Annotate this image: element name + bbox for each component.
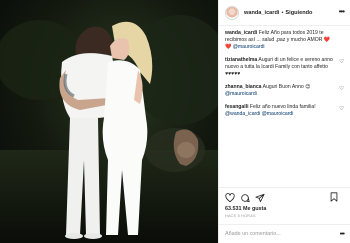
header-username[interactable]: wanda_icardi xyxy=(244,10,279,16)
comment-hearts: ♥♥♥♥♥ xyxy=(225,71,241,77)
bookmark-icon[interactable] xyxy=(329,192,339,202)
add-comment-input[interactable]: Añade un comentario... xyxy=(225,231,281,237)
like-comment-heart-icon[interactable]: ♡ xyxy=(339,59,344,66)
comment-emojis: 😊 xyxy=(305,84,311,90)
comment-item: fesangalli Feliz año nuevo linda familia… xyxy=(225,104,344,118)
comment-item: zhanna_bianca Auguri Buon Anno 😊 @mauroi… xyxy=(225,84,344,98)
avatar[interactable] xyxy=(225,5,239,20)
like-comment-heart-icon[interactable]: ♡ xyxy=(339,86,344,93)
comment-text: Feliz año nuevo linda familia! xyxy=(248,104,316,110)
comment-mention[interactable]: @mauroicardi xyxy=(225,91,257,97)
post-timestamp[interactable]: HACE 5 HORAS xyxy=(219,212,350,218)
comment-options-icon[interactable]: ••• xyxy=(340,231,345,238)
add-comment-bar: Añade un comentario... ••• xyxy=(219,224,350,243)
couple-photo-illustration xyxy=(0,0,218,243)
comment-username[interactable]: tizianathelma xyxy=(225,57,257,63)
share-icon[interactable] xyxy=(255,193,265,203)
comment-icon[interactable] xyxy=(240,193,250,203)
like-heart-icon[interactable] xyxy=(225,193,235,203)
header-separator: • xyxy=(281,9,284,16)
post-photo[interactable] xyxy=(0,0,218,243)
likes-count[interactable]: 63.531 Me gusta xyxy=(219,205,350,212)
comment-username[interactable]: zhanna_bianca xyxy=(225,84,262,90)
instagram-post: wanda_icardi • Siguiendo ••• wanda_icard… xyxy=(0,0,350,243)
comment-item: tizianathelma Auguri di un felice e sere… xyxy=(225,57,344,78)
post-header: wanda_icardi • Siguiendo ••• xyxy=(219,0,350,26)
comment-username[interactable]: fesangalli xyxy=(225,104,249,110)
comment-text: Auguri Buon Anno xyxy=(261,84,306,90)
caption-username[interactable]: wanda_icardi xyxy=(225,30,257,36)
post-sidebar: wanda_icardi • Siguiendo ••• wanda_icard… xyxy=(218,0,350,243)
comments-list: wanda_icardi Feliz Año para todos 2019 t… xyxy=(219,26,350,187)
caption-mention[interactable]: @mauroicardi xyxy=(233,44,265,50)
more-options-icon[interactable]: ••• xyxy=(339,7,345,16)
following-button[interactable]: Siguiendo xyxy=(285,10,312,16)
like-comment-heart-icon[interactable]: ♡ xyxy=(339,106,344,113)
caption: wanda_icardi Feliz Año para todos 2019 t… xyxy=(225,30,344,51)
post-actions xyxy=(219,187,350,205)
comment-mention[interactable]: @wanda_icardi @mauroicardi xyxy=(225,111,293,117)
